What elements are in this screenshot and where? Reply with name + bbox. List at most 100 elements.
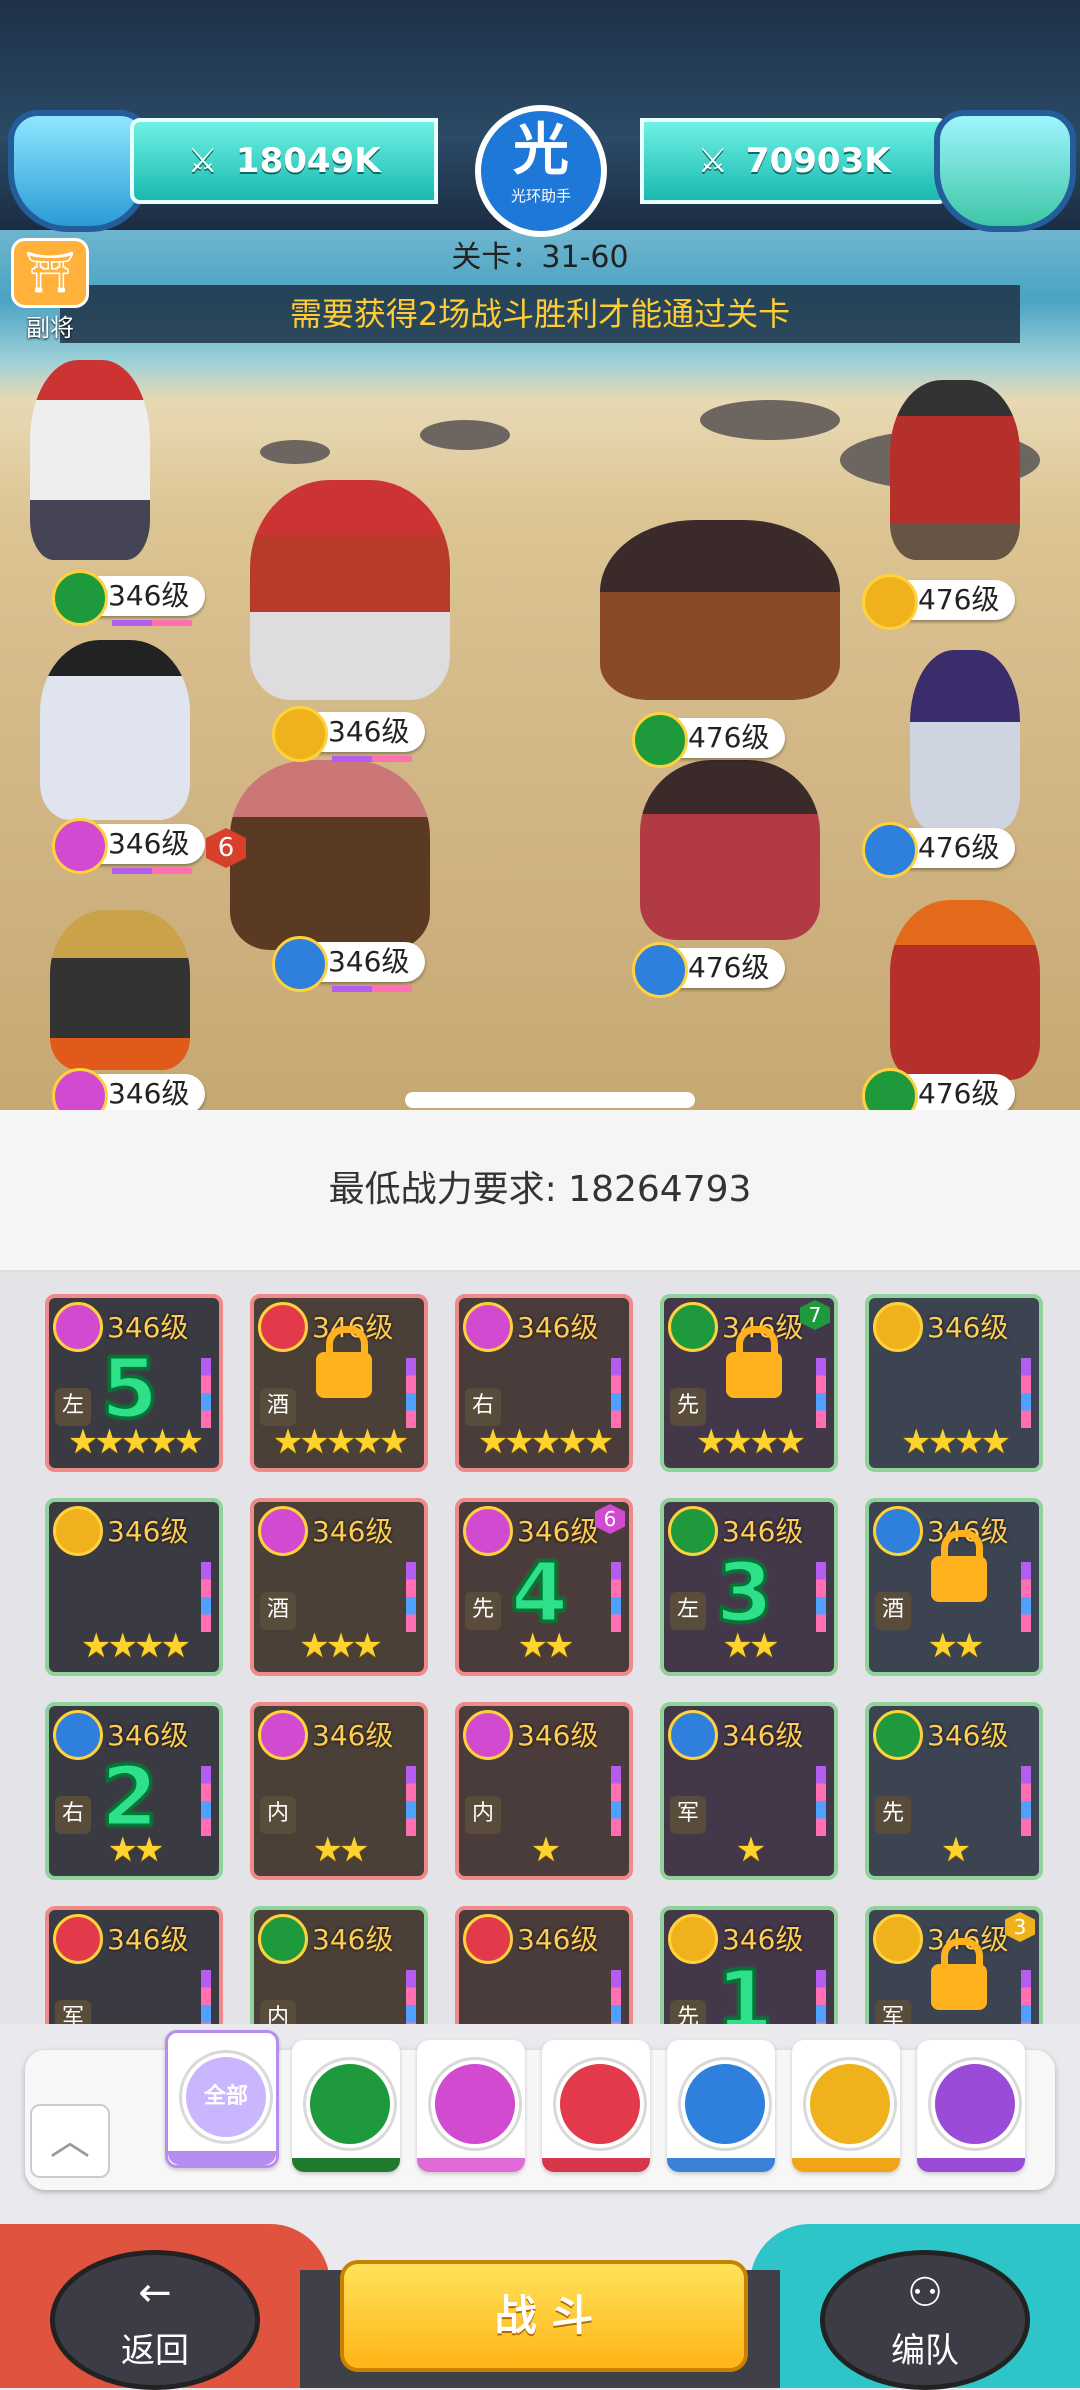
min-power-requirement: 最低战力要求: 18264793 xyxy=(0,1110,1080,1272)
formation-label: 编队 xyxy=(891,2331,959,2371)
ally-level: 346级 xyxy=(108,579,190,612)
star-rating: ★★★★★ xyxy=(67,1422,204,1462)
gem-bars xyxy=(611,1358,621,1428)
position-badge: 先 xyxy=(465,1592,501,1630)
ally-level-pill: 346级 xyxy=(52,818,206,874)
lock-icon xyxy=(316,1326,372,1398)
ally-level: 346级 xyxy=(328,945,410,978)
scene-scroll-handle[interactable] xyxy=(405,1092,695,1108)
hero-card[interactable]: 346级先 1 xyxy=(660,1906,838,2024)
filter-tab-sun[interactable] xyxy=(792,2040,900,2172)
star-rating: ★★★★★ xyxy=(272,1422,409,1462)
filter-stripe xyxy=(917,2158,1025,2172)
sun-faction-icon xyxy=(873,1914,923,1964)
club-faction-icon xyxy=(463,1914,513,1964)
hero-card[interactable]: 346级右 ★★★★★ xyxy=(455,1294,633,1472)
gem-bars xyxy=(406,1562,416,1632)
formation-icon: ⚇ xyxy=(907,2270,943,2316)
hero-card[interactable]: 346级军3 xyxy=(865,1906,1043,2024)
bottom-nav: ← 返回 战 斗 ⚇ 编队 xyxy=(0,2210,1080,2390)
hero-card[interactable]: 346级内 xyxy=(250,1906,428,2024)
hero-card[interactable]: 346级内 ★ xyxy=(455,1702,633,1880)
star-rating: ★★ xyxy=(517,1626,575,1666)
collapse-up-button[interactable]: ︿ xyxy=(30,2104,110,2178)
enemy-level-pill: 476级 xyxy=(632,712,786,768)
ally-hero-figure[interactable] xyxy=(30,360,150,560)
gem-bars xyxy=(1021,1970,1031,2024)
all-faction-icon: 全部 xyxy=(182,2053,270,2141)
filter-tab-heart[interactable] xyxy=(417,2040,525,2172)
hero-level: 346级 xyxy=(107,1311,189,1344)
star-rating: ★★★ xyxy=(299,1626,382,1666)
hero-card[interactable]: 346级左 3 ★★ xyxy=(660,1498,838,1676)
ally-level-pill: 346级 xyxy=(272,936,426,992)
hero-card[interactable]: 346级酒★★★★★ xyxy=(250,1294,428,1472)
star-rating: ★★★★ xyxy=(696,1422,806,1462)
enemy-level: 476级 xyxy=(918,583,1000,616)
formation-button[interactable]: ⚇ 编队 xyxy=(820,2250,1030,2390)
gem-bars xyxy=(611,1766,621,1836)
enemy-level: 476级 xyxy=(688,721,770,754)
hero-card[interactable]: 346级先7★★★★ xyxy=(660,1294,838,1472)
gem-bars xyxy=(1021,1358,1031,1428)
app-logo[interactable]: 光 光环助手 xyxy=(475,105,607,237)
beach-rock xyxy=(420,420,510,450)
enemy-hero-figure[interactable] xyxy=(640,760,820,940)
chevron-up-icon: ︿ xyxy=(50,2118,90,2164)
filter-stripe xyxy=(667,2158,775,2172)
star-rating: ★ xyxy=(735,1830,766,1870)
player-power-value: 18049K xyxy=(235,141,381,181)
hero-level: 346级 xyxy=(312,1515,394,1548)
filter-tab-diamond[interactable] xyxy=(667,2040,775,2172)
ally-level: 346级 xyxy=(108,827,190,860)
hero-level: 346级 xyxy=(517,1719,599,1752)
hero-level: 346级 xyxy=(722,1719,804,1752)
hero-card[interactable]: 346级酒★★ xyxy=(865,1498,1043,1676)
gem-bars xyxy=(816,1970,826,2024)
hero-card[interactable]: 346级先 4 6 ★★ xyxy=(455,1498,633,1676)
filter-tab-spade[interactable] xyxy=(292,2040,400,2172)
moon-faction-icon xyxy=(931,2060,1019,2148)
back-button[interactable]: ← 返回 xyxy=(50,2250,260,2390)
heart-faction-icon xyxy=(463,1710,513,1760)
ally-hero-figure[interactable] xyxy=(250,480,450,700)
logo-char: 光 xyxy=(513,118,569,183)
battle-button[interactable]: 战 斗 xyxy=(340,2260,748,2372)
enemy-power-value: 70903K xyxy=(745,141,891,181)
enemy-hero-figure[interactable] xyxy=(910,650,1020,830)
enemy-hero-figure[interactable] xyxy=(600,520,840,700)
filter-tab-club[interactable] xyxy=(542,2040,650,2172)
filter-tab-all[interactable]: 全部 xyxy=(165,2030,279,2168)
filter-tab-moon[interactable] xyxy=(917,2040,1025,2172)
gem-bars xyxy=(816,1358,826,1428)
enemy-level: 476级 xyxy=(918,1077,1000,1110)
enemy-hero-figure[interactable] xyxy=(890,900,1040,1080)
hero-card[interactable]: 346级先 ★ xyxy=(865,1702,1043,1880)
hero-level: 346级 xyxy=(722,1923,804,1956)
hero-card[interactable]: 346级 ★★★★ xyxy=(45,1498,223,1676)
hero-card[interactable]: 346级军 ★ xyxy=(660,1702,838,1880)
spade-faction-icon xyxy=(306,2060,394,2148)
position-badge: 左 xyxy=(670,1592,706,1630)
position-badge: 内 xyxy=(260,1796,296,1834)
enemy-hero-figure[interactable] xyxy=(890,380,1020,560)
hero-card[interactable]: 346级军 xyxy=(45,1906,223,2024)
hero-card[interactable]: 346级 ★★★★ xyxy=(865,1294,1043,1472)
hero-card[interactable]: 346级酒 ★★★ xyxy=(250,1498,428,1676)
hero-card[interactable]: 346级左 5 ★★★★★ xyxy=(45,1294,223,1472)
hero-card[interactable]: 346级 xyxy=(455,1906,633,2024)
ally-hero-figure[interactable] xyxy=(50,910,190,1070)
spade-faction-icon xyxy=(873,1710,923,1760)
ally-hero-figure[interactable] xyxy=(230,760,430,950)
ally-hero-figure[interactable] xyxy=(40,640,190,820)
hero-card[interactable]: 346级内 ★★ xyxy=(250,1702,428,1880)
diamond-faction-icon xyxy=(681,2060,769,2148)
deputy-button[interactable]: ⛩ 副将 xyxy=(10,238,90,342)
heart-faction-icon xyxy=(431,2060,519,2148)
enemy-level-pill: 476级 xyxy=(862,1068,1016,1110)
position-badge: 先 xyxy=(670,1388,706,1426)
heart-faction-icon xyxy=(258,1710,308,1760)
sun-faction-icon xyxy=(53,1506,103,1556)
gem-bars xyxy=(1021,1766,1031,1836)
hero-card[interactable]: 346级右 2 ★★ xyxy=(45,1702,223,1880)
